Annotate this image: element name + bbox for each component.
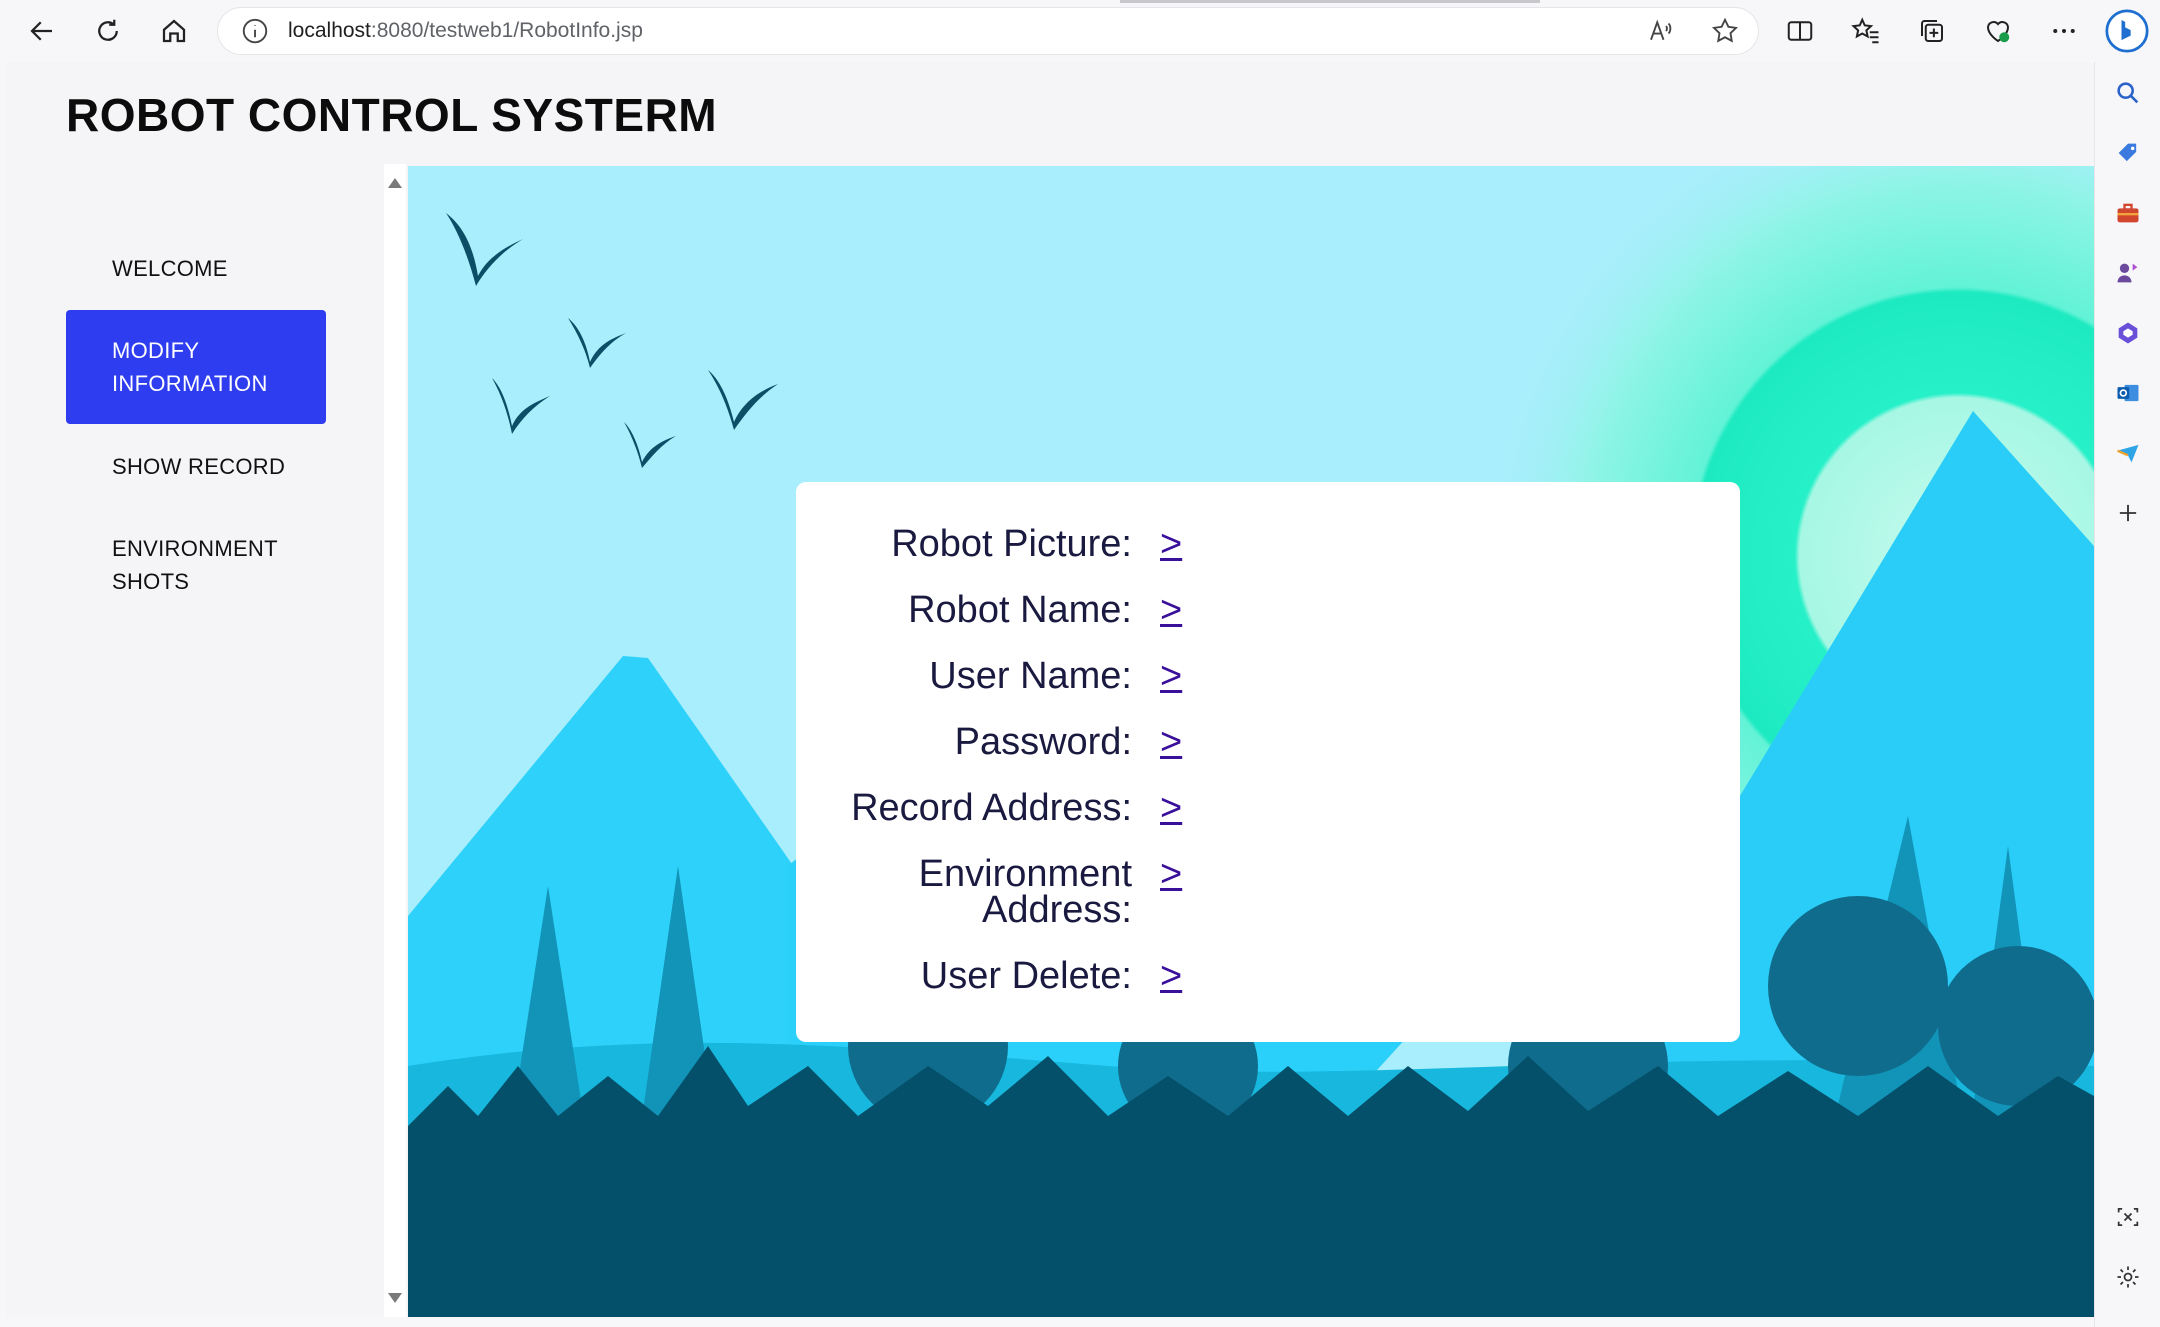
microsoft-365-icon[interactable] xyxy=(2113,318,2143,348)
robot-info-card: Robot Picture: > Robot Name: > User Name… xyxy=(796,482,1740,1042)
web-page: ROBOT CONTROL SYSTERM WELCOME MODIFY INF… xyxy=(6,62,2094,1317)
environment-address-link[interactable]: > xyxy=(1160,855,1182,893)
home-icon[interactable] xyxy=(154,11,194,51)
outlook-icon[interactable] xyxy=(2113,378,2143,408)
scroll-up-arrow-icon[interactable] xyxy=(388,178,402,188)
tab-strip-indicator xyxy=(1120,0,1540,3)
browser-toolbar: localhost:8080/testweb1/RobotInfo.jsp xyxy=(0,0,2160,62)
collections-icon[interactable] xyxy=(1912,11,1952,51)
field-label: Robot Picture: xyxy=(891,523,1132,565)
refresh-icon[interactable] xyxy=(88,11,128,51)
page-title: ROBOT CONTROL SYSTERM xyxy=(66,89,718,141)
nav-item-label: MODIFY xyxy=(112,338,200,363)
drop-icon[interactable] xyxy=(2113,438,2143,468)
field-label: Password: xyxy=(954,721,1132,763)
field-label-line: Address: xyxy=(982,889,1132,931)
user-name-link[interactable]: > xyxy=(1160,657,1182,695)
frame-scrollbar[interactable] xyxy=(384,164,406,1317)
scroll-down-arrow-icon[interactable] xyxy=(388,1293,402,1303)
field-label: Environment Address: xyxy=(732,855,1132,931)
nav-item-label: WELCOME xyxy=(112,256,228,281)
content-frame: Robot Picture: > Robot Name: > User Name… xyxy=(408,166,2094,1317)
site-info-icon[interactable] xyxy=(240,16,270,46)
field-label: User Delete: xyxy=(920,955,1132,997)
read-aloud-icon[interactable] xyxy=(1646,16,1676,46)
field-label: Robot Name: xyxy=(908,589,1132,631)
field-label: User Name: xyxy=(929,655,1132,697)
edge-sidebar xyxy=(2094,62,2160,1327)
field-label: Record Address: xyxy=(851,787,1132,829)
address-bar[interactable]: localhost:8080/testweb1/RobotInfo.jsp xyxy=(218,8,1758,54)
favorite-star-icon[interactable] xyxy=(1710,16,1740,46)
more-options-icon[interactable] xyxy=(2044,11,2084,51)
shopping-tag-icon[interactable] xyxy=(2113,138,2143,168)
split-screen-icon[interactable] xyxy=(1780,11,1820,51)
add-icon[interactable] xyxy=(2113,498,2143,528)
nav-item-modify-information[interactable]: MODIFY INFORMATION xyxy=(66,310,326,424)
robot-name-link[interactable]: > xyxy=(1160,591,1182,629)
password-link[interactable]: > xyxy=(1160,723,1182,761)
nav-item-environment-shots[interactable]: ENVIRONMENT SHOTS xyxy=(66,532,326,598)
robot-picture-link[interactable]: > xyxy=(1160,525,1182,563)
tools-icon[interactable] xyxy=(2113,198,2143,228)
nav-item-label: INFORMATION xyxy=(112,371,268,396)
screenshot-icon[interactable] xyxy=(2113,1202,2143,1232)
search-icon[interactable] xyxy=(2113,78,2143,108)
nav-item-label: SHOW RECORD xyxy=(112,454,286,479)
url-path: :8080/testweb1/RobotInfo.jsp xyxy=(370,19,643,42)
record-address-link[interactable]: > xyxy=(1160,789,1182,827)
back-icon[interactable] xyxy=(22,11,62,51)
url-text[interactable]: localhost:8080/testweb1/RobotInfo.jsp xyxy=(288,19,643,43)
settings-gear-icon[interactable] xyxy=(2113,1262,2143,1292)
nav-item-label: ENVIRONMENT xyxy=(112,536,278,561)
nav-item-show-record[interactable]: SHOW RECORD xyxy=(66,450,326,483)
nav-item-welcome[interactable]: WELCOME xyxy=(66,252,326,285)
nav-item-label: SHOTS xyxy=(112,569,190,594)
games-icon[interactable] xyxy=(2113,258,2143,288)
browser-essentials-icon[interactable] xyxy=(1978,11,2018,51)
url-host: localhost xyxy=(288,19,371,42)
favorites-icon[interactable] xyxy=(1846,11,1886,51)
user-delete-link[interactable]: > xyxy=(1160,957,1182,995)
copilot-icon[interactable] xyxy=(2104,8,2150,54)
